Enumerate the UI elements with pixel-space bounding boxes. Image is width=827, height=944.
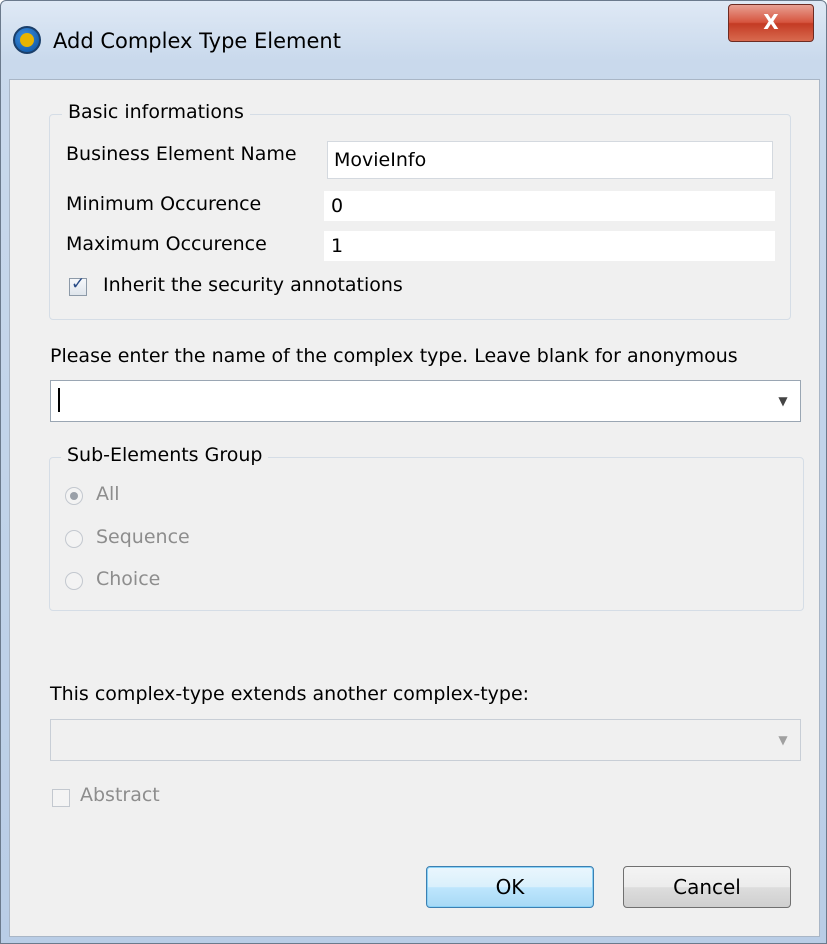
complex-type-prompt: Please enter the name of the complex typ…: [50, 345, 738, 367]
business-element-name-input[interactable]: MovieInfo: [327, 141, 773, 179]
radio-sequence-label: Sequence: [96, 526, 190, 548]
inherit-security-label: Inherit the security annotations: [103, 274, 403, 296]
radio-sequence[interactable]: [65, 530, 83, 548]
inherit-security-checkbox[interactable]: [69, 274, 87, 296]
abstract-label: Abstract: [80, 784, 160, 806]
close-icon: X: [763, 10, 779, 34]
app-icon: [13, 26, 41, 54]
window-title: Add Complex Type Element: [53, 29, 341, 53]
radio-all-label: All: [96, 483, 120, 505]
chevron-down-icon[interactable]: ▼: [766, 381, 800, 421]
complex-type-combo[interactable]: ▼: [50, 380, 801, 422]
maximum-occurence-input[interactable]: 1: [324, 231, 775, 261]
close-button[interactable]: X: [728, 4, 814, 42]
cancel-button[interactable]: Cancel: [623, 866, 791, 908]
title-bar[interactable]: Add Complex Type Element X: [1, 1, 826, 79]
dialog-window: Add Complex Type Element X Basic informa…: [0, 0, 827, 944]
dialog-body: Basic informations Business Element Name…: [9, 79, 820, 937]
extends-label: This complex-type extends another comple…: [50, 683, 530, 705]
basic-informations-legend: Basic informations: [62, 101, 250, 123]
radio-choice-label: Choice: [96, 568, 161, 590]
ok-button[interactable]: OK: [426, 866, 594, 908]
extends-combo[interactable]: ▼: [50, 719, 801, 761]
text-caret: [58, 388, 60, 412]
minimum-occurence-input[interactable]: 0: [324, 191, 775, 221]
maximum-occurence-label: Maximum Occurence: [66, 233, 267, 255]
business-element-name-label: Business Element Name: [66, 143, 297, 165]
radio-choice[interactable]: [65, 572, 83, 590]
sub-elements-legend: Sub-Elements Group: [61, 444, 269, 466]
chevron-down-icon[interactable]: ▼: [766, 720, 800, 760]
minimum-occurence-label: Minimum Occurence: [66, 193, 262, 215]
abstract-checkbox[interactable]: [52, 789, 70, 807]
radio-all[interactable]: [65, 487, 83, 505]
